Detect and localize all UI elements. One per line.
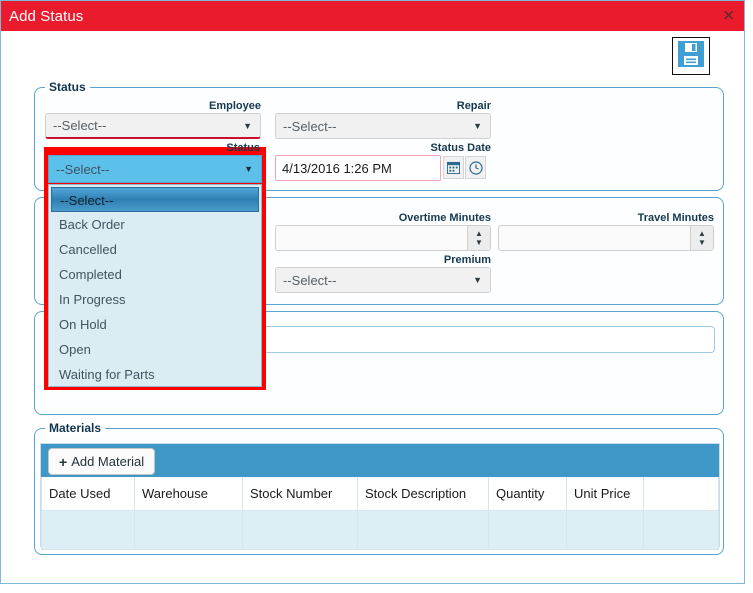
dialog-titlebar: Add Status ✕	[1, 1, 744, 31]
add-status-dialog: Add Status ✕ Status Employee --Select-- …	[0, 0, 745, 584]
status-option-on-hold[interactable]: On Hold	[51, 312, 259, 337]
travel-minutes-stepper[interactable]: ▲ ▼	[498, 225, 714, 251]
status-select-listbox[interactable]: --Select-- Back Order Cancelled Complete…	[48, 184, 262, 387]
column-header-unit-price[interactable]: Unit Price	[566, 477, 644, 511]
status-date-value: 4/13/2016 1:26 PM	[282, 160, 392, 176]
spinner-up-icon[interactable]: ▲	[698, 229, 706, 238]
premium-select[interactable]: --Select-- ▼	[275, 267, 491, 293]
column-header-actions	[643, 477, 719, 511]
overtime-minutes-spin-buttons[interactable]: ▲ ▼	[467, 226, 490, 250]
plus-icon: +	[59, 453, 68, 470]
spinner-up-icon[interactable]: ▲	[475, 229, 483, 238]
status-option-completed[interactable]: Completed	[51, 262, 259, 287]
travel-minutes-value	[499, 226, 690, 250]
status-date-label: Status Date	[430, 142, 491, 154]
chevron-down-icon: ▼	[473, 275, 482, 285]
add-material-button-label: Add Material	[71, 454, 145, 469]
overtime-minutes-label: Overtime Minutes	[398, 212, 491, 224]
travel-minutes-spin-buttons[interactable]: ▲ ▼	[690, 226, 713, 250]
add-material-button[interactable]: + Add Material	[48, 448, 156, 475]
save-button[interactable]	[672, 37, 710, 75]
status-option-in-progress[interactable]: In Progress	[51, 287, 259, 312]
column-header-date-used[interactable]: Date Used	[41, 477, 135, 511]
spinner-down-icon[interactable]: ▼	[475, 238, 483, 247]
column-header-warehouse[interactable]: Warehouse	[134, 477, 243, 511]
materials-table-header-row: Date Used Warehouse Stock Number Stock D…	[41, 477, 719, 511]
materials-fieldset: Materials + Add Material Date Used Wareh…	[34, 421, 724, 555]
cell-unit-price	[566, 510, 644, 550]
status-select-value: --Select--	[56, 161, 110, 177]
column-header-stock-description[interactable]: Stock Description	[357, 477, 489, 511]
materials-grid-panel: + Add Material Date Used Warehouse Stock…	[40, 443, 720, 550]
repair-select[interactable]: --Select-- ▼	[275, 113, 491, 139]
cell-date-used	[41, 510, 135, 550]
employee-select-value: --Select--	[53, 118, 107, 133]
overtime-minutes-stepper[interactable]: ▲ ▼	[275, 225, 491, 251]
chevron-down-icon: ▼	[243, 120, 252, 131]
status-fieldset-legend: Status	[45, 80, 90, 94]
status-date-input[interactable]: 4/13/2016 1:26 PM	[275, 155, 441, 181]
spinner-down-icon[interactable]: ▼	[698, 238, 706, 247]
close-icon[interactable]: ✕	[722, 8, 735, 24]
cell-stock-number	[242, 510, 358, 550]
status-option-select[interactable]: --Select--	[51, 187, 259, 212]
dialog-toolbar	[1, 31, 744, 79]
table-row[interactable]	[41, 510, 719, 550]
premium-label: Premium	[443, 254, 491, 266]
column-header-stock-number[interactable]: Stock Number	[242, 477, 358, 511]
employee-label: Employee	[209, 100, 261, 112]
chevron-down-icon: ▼	[473, 121, 482, 131]
materials-table: Date Used Warehouse Stock Number Stock D…	[41, 477, 719, 550]
materials-fieldset-legend: Materials	[45, 421, 106, 435]
cell-actions	[643, 510, 719, 550]
overtime-minutes-value	[276, 226, 467, 250]
cell-stock-description	[357, 510, 489, 550]
travel-minutes-label: Travel Minutes	[637, 212, 714, 224]
status-option-back-order[interactable]: Back Order	[51, 212, 259, 237]
premium-select-value: --Select--	[283, 272, 337, 288]
floppy-disk-save-icon	[677, 40, 705, 73]
employee-select[interactable]: --Select-- ▼	[45, 113, 261, 139]
chevron-down-icon: ▼	[244, 164, 253, 174]
status-option-waiting-for-parts[interactable]: Waiting for Parts	[51, 362, 259, 387]
calendar-icon[interactable]	[443, 156, 464, 179]
status-option-cancelled[interactable]: Cancelled	[51, 237, 259, 262]
materials-grid-toolbar: + Add Material	[41, 444, 719, 477]
status-select[interactable]: --Select-- ▼	[48, 155, 262, 183]
cell-quantity	[488, 510, 567, 550]
dialog-title: Add Status	[9, 7, 84, 25]
status-field-label: Status	[226, 142, 260, 154]
cell-warehouse	[134, 510, 243, 550]
column-header-quantity[interactable]: Quantity	[488, 477, 567, 511]
repair-label: Repair	[456, 100, 491, 112]
repair-select-value: --Select--	[283, 118, 337, 134]
status-option-open[interactable]: Open	[51, 337, 259, 362]
clock-icon[interactable]	[465, 156, 486, 179]
